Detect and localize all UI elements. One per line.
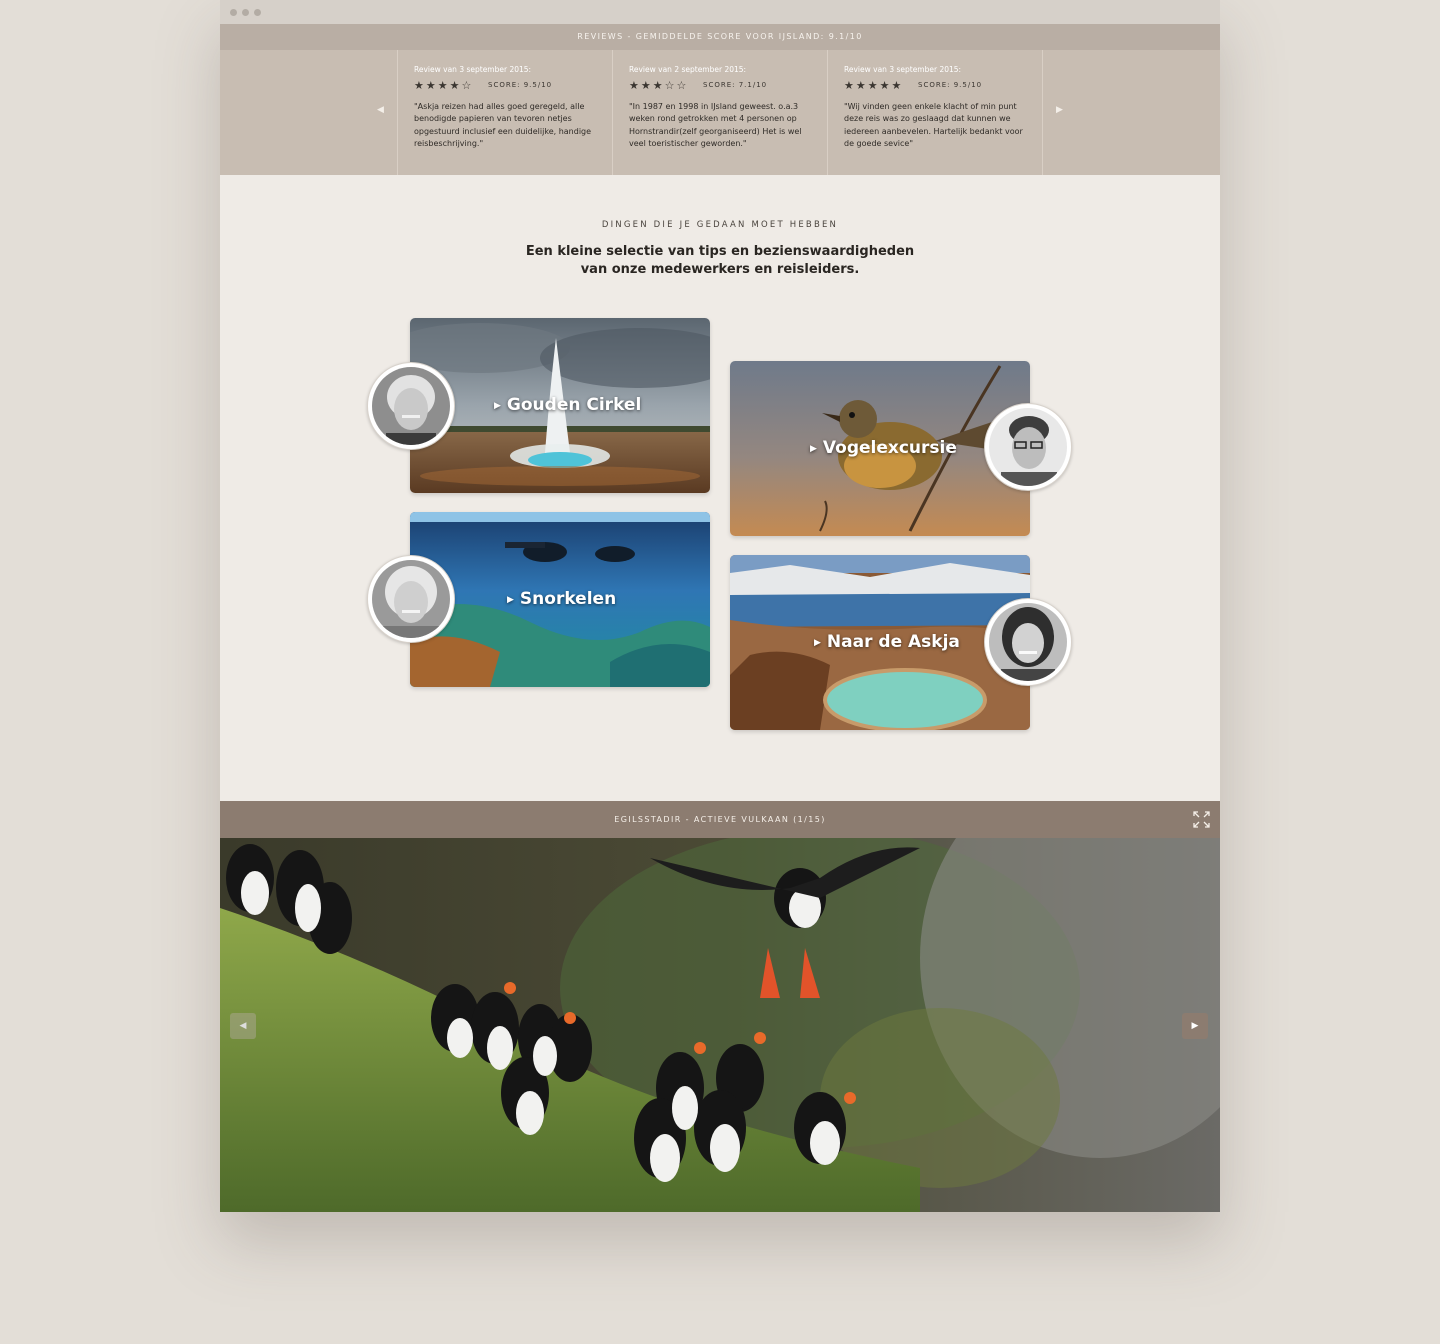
tip-card-gouden-cirkel[interactable]: ▶ Gouden Cirkel [410,318,710,493]
avatar [984,403,1072,491]
puffins-photo [220,838,1220,1212]
star-rating-icon: ★★★☆☆ [629,79,689,92]
reviews-carousel: ◀ Review van 3 september 2015: ★★★★☆ SCO… [220,50,1220,175]
review-card: Review van 2 september 2015: ★★★☆☆ SCORE… [612,50,827,175]
fullscreen-icon[interactable] [1193,811,1210,828]
tip-label[interactable]: ▶ Gouden Cirkel [494,395,641,415]
review-date: Review van 3 september 2015: [414,65,532,74]
window-dot-icon [254,9,261,16]
gallery-title: EGILSSTADIR - ACTIEVE VULKAAN (1/15) [614,815,826,824]
review-score: SCORE: 7.1/10 [703,81,768,89]
gallery-header: EGILSSTADIR - ACTIEVE VULKAAN (1/15) [220,801,1220,838]
tip-title: Vogelexcursie [822,438,957,458]
play-icon: ▶ [507,595,514,605]
person-photo [372,367,450,445]
review-date: Review van 3 september 2015: [844,65,962,74]
star-rating-icon: ★★★★☆ [414,79,474,92]
play-icon: ▶ [810,444,817,454]
avatar [984,598,1072,686]
person-photo [372,560,450,638]
tip-card-snorkelen[interactable]: ▶ Snorkelen [410,512,710,687]
tip-title: Snorkelen [519,589,617,609]
avatar [367,555,455,643]
gallery-prev-button[interactable]: ◀ [230,1013,256,1039]
review-card: Review van 3 september 2015: ★★★★★ SCORE… [827,50,1043,175]
tip-title: Gouden Cirkel [506,395,642,415]
gallery-next-button[interactable]: ▶ [1182,1013,1208,1039]
tip-label[interactable]: ▶ Snorkelen [507,589,616,609]
avatar [367,362,455,450]
browser-window: REVIEWS - GEMIDDELDE SCORE VOOR IJSLAND:… [220,0,1220,1212]
gallery-photo [220,838,1220,1212]
review-date: Review van 2 september 2015: [629,65,747,74]
window-chrome [220,0,1220,24]
reviews-prev-icon[interactable]: ◀ [377,105,384,115]
tips-kicker: DINGEN DIE JE GEDAAN MOET HEBBEN [601,220,839,230]
tip-label[interactable]: ▶ Vogelexcursie [810,438,957,458]
star-rating-icon: ★★★★★ [844,79,904,92]
tips-heading: Een kleine selectie van tips en beziensw… [525,244,915,277]
review-text: "In 1987 en 1998 in IJsland geweest. o.a… [629,102,802,148]
review-text: "Wij vinden geen enkele klacht of min pu… [844,102,1023,148]
tip-label[interactable]: ▶ Naar de Askja [814,632,960,652]
review-score: SCORE: 9.5/10 [488,81,553,89]
window-dot-icon [242,9,249,16]
review-text: "Askja reizen had alles goed geregeld, a… [414,102,592,148]
play-icon: ▶ [814,638,821,648]
play-icon: ▶ [494,401,501,411]
tip-title: Naar de Askja [826,632,960,652]
window-dot-icon [230,9,237,16]
review-score: SCORE: 9.5/10 [918,81,983,89]
reviews-next-icon[interactable]: ▶ [1056,105,1063,115]
reviews-header: REVIEWS - GEMIDDELDE SCORE VOOR IJSLAND:… [220,24,1220,50]
review-card: Review van 3 september 2015: ★★★★☆ SCORE… [397,50,612,175]
person-photo [989,408,1067,486]
person-photo [989,603,1067,681]
